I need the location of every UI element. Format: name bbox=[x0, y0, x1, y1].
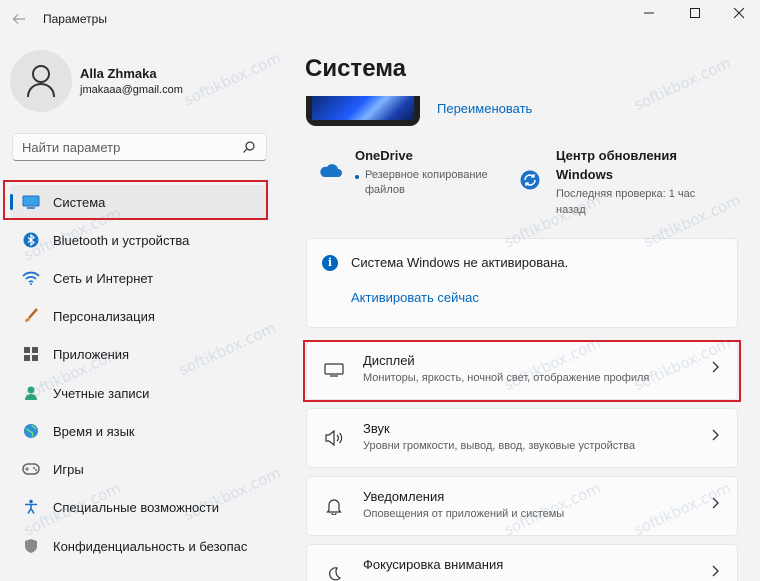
bluetooth-icon bbox=[22, 232, 40, 248]
person-icon bbox=[22, 385, 40, 401]
sidebar-item-label: Учетные записи bbox=[53, 386, 150, 401]
sidebar-item-apps[interactable]: Приложения bbox=[10, 337, 268, 371]
sidebar-item-system[interactable]: Система bbox=[10, 185, 268, 219]
settings-row-focus[interactable]: Фокусировка внимания bbox=[306, 544, 738, 581]
monitor-icon bbox=[22, 194, 40, 210]
row-title: Фокусировка внимания bbox=[363, 557, 504, 572]
shield-icon bbox=[22, 538, 40, 554]
wallpaper-image bbox=[312, 96, 414, 120]
settings-row-notifications[interactable]: Уведомления Оповещения от приложений и с… bbox=[306, 476, 738, 536]
search-placeholder: Найти параметр bbox=[22, 140, 121, 155]
avatar[interactable] bbox=[10, 50, 72, 112]
info-icon: i bbox=[322, 255, 338, 271]
wifi-icon bbox=[22, 270, 40, 286]
display-icon bbox=[323, 360, 345, 380]
settings-row-display[interactable]: Дисплей Мониторы, яркость, ночной свет, … bbox=[306, 340, 738, 400]
chevron-right-icon bbox=[712, 497, 719, 509]
activation-card: i Система Windows не активирована. Актив… bbox=[306, 238, 738, 328]
activation-status-text: Система Windows не активирована. bbox=[351, 255, 569, 270]
cloud-icon bbox=[320, 164, 342, 177]
moon-icon bbox=[323, 564, 345, 581]
user-icon bbox=[27, 65, 55, 98]
update-title-2: Windows bbox=[556, 167, 613, 182]
search-input[interactable]: Найти параметр bbox=[12, 133, 267, 161]
user-email: jmakaaa@gmail.com bbox=[80, 84, 183, 96]
row-subtitle: Мониторы, яркость, ночной свет, отображе… bbox=[363, 372, 650, 384]
bell-icon bbox=[323, 496, 345, 516]
globe-icon bbox=[22, 423, 40, 439]
sidebar-item-label: Система bbox=[53, 195, 106, 210]
close-button[interactable] bbox=[716, 0, 760, 26]
onedrive-subtitle-1: Резервное копирование bbox=[365, 169, 488, 181]
maximize-icon bbox=[690, 8, 700, 18]
page-title: Система bbox=[305, 55, 407, 82]
sidebar-item-accounts[interactable]: Учетные записи bbox=[10, 376, 268, 410]
brush-icon bbox=[22, 308, 40, 324]
sync-icon bbox=[520, 170, 540, 190]
activate-now-link[interactable]: Активировать сейчас bbox=[351, 290, 479, 305]
sidebar-item-accessibility[interactable]: Специальные возможности bbox=[10, 490, 268, 524]
app-title: Параметры bbox=[43, 12, 107, 26]
watermark: softikbox.com bbox=[631, 53, 734, 115]
minimize-button[interactable] bbox=[626, 0, 672, 26]
arrow-left-icon bbox=[12, 14, 25, 24]
active-indicator bbox=[10, 194, 13, 210]
title-bar: Параметры bbox=[0, 0, 760, 40]
settings-row-sound[interactable]: Звук Уровни громкости, вывод, ввод, звук… bbox=[306, 408, 738, 468]
update-subtitle-2: назад bbox=[556, 204, 586, 216]
speaker-icon bbox=[323, 428, 345, 448]
user-name: Alla Zhmaka bbox=[80, 66, 157, 81]
minimize-icon bbox=[644, 12, 654, 14]
chevron-right-icon bbox=[712, 565, 719, 577]
row-title: Уведомления bbox=[363, 489, 445, 504]
status-dot bbox=[355, 175, 359, 179]
sidebar-item-label: Игры bbox=[53, 462, 84, 477]
search-icon[interactable] bbox=[242, 140, 256, 154]
close-icon bbox=[733, 7, 745, 19]
sidebar-item-label: Конфиденциальность и безопас bbox=[53, 539, 248, 554]
chevron-right-icon bbox=[712, 361, 719, 373]
sidebar-item-bluetooth[interactable]: Bluetooth и устройства bbox=[10, 223, 268, 257]
back-button[interactable] bbox=[8, 8, 30, 30]
sidebar-item-personalization[interactable]: Персонализация bbox=[10, 299, 268, 333]
sidebar-item-label: Сеть и Интернет bbox=[53, 271, 154, 286]
row-subtitle: Уровни громкости, вывод, ввод, звуковые … bbox=[363, 440, 636, 452]
gamepad-icon bbox=[22, 461, 40, 477]
sidebar-item-label: Время и язык bbox=[53, 424, 135, 439]
update-title-1: Центр обновления bbox=[556, 148, 677, 163]
maximize-button[interactable] bbox=[672, 0, 718, 26]
apps-icon bbox=[22, 346, 40, 362]
row-subtitle: Оповещения от приложений и системы bbox=[363, 508, 565, 520]
sidebar-item-gaming[interactable]: Игры bbox=[10, 452, 268, 486]
sidebar-item-label: Персонализация bbox=[53, 309, 155, 324]
row-title: Дисплей bbox=[363, 353, 415, 368]
chevron-right-icon bbox=[712, 429, 719, 441]
row-title: Звук bbox=[363, 421, 390, 436]
sidebar-item-label: Приложения bbox=[53, 347, 130, 362]
watermark: softikbox.com bbox=[181, 48, 284, 110]
sidebar-item-label: Bluetooth и устройства bbox=[53, 233, 190, 248]
onedrive-title: OneDrive bbox=[355, 148, 413, 163]
update-subtitle-1: Последняя проверка: 1 час bbox=[556, 188, 696, 200]
rename-link[interactable]: Переименовать bbox=[437, 101, 532, 116]
sidebar-item-network[interactable]: Сеть и Интернет bbox=[10, 261, 268, 295]
device-thumbnail bbox=[306, 96, 420, 126]
sidebar-item-privacy[interactable]: Конфиденциальность и безопас bbox=[10, 529, 268, 563]
accessibility-icon bbox=[22, 499, 40, 515]
onedrive-subtitle-2: файлов bbox=[365, 184, 405, 196]
sidebar-item-time-language[interactable]: Время и язык bbox=[10, 414, 268, 448]
sidebar-item-label: Специальные возможности bbox=[53, 500, 219, 515]
